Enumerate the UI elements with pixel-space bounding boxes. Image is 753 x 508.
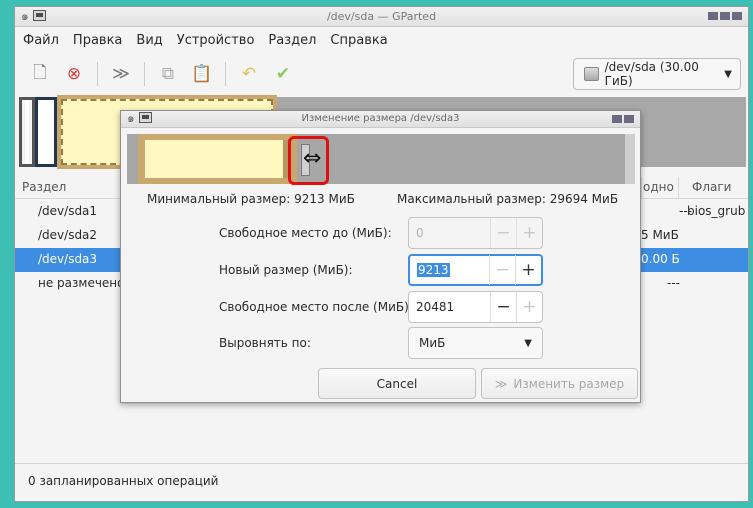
new-size-label: Новый размер (МиБ): bbox=[219, 263, 353, 277]
menu-view[interactable]: Вид bbox=[136, 33, 162, 48]
decrement-icon[interactable]: − bbox=[490, 218, 516, 248]
dialog-close-button[interactable] bbox=[624, 115, 634, 123]
dialog-titlebar: ๑ Изменение размера /dev/sda3 bbox=[121, 111, 640, 128]
partition-flags: bios_grub bbox=[687, 204, 746, 218]
resize-move-icon: ≫ bbox=[494, 376, 508, 391]
menu-help[interactable]: Справка bbox=[330, 33, 387, 48]
copy-icon[interactable]: ⧉ bbox=[151, 59, 185, 89]
align-select[interactable]: МиБ ▼ bbox=[408, 327, 543, 359]
partition-name: /dev/sda1 bbox=[38, 204, 98, 218]
close-button[interactable] bbox=[732, 12, 742, 20]
main-window-title: /dev/sda — GParted bbox=[326, 10, 437, 23]
main-titlebar: ๑ /dev/sda — GParted bbox=[15, 7, 748, 27]
resize-graphic[interactable]: ⇔ bbox=[127, 134, 635, 184]
increment-icon[interactable]: + bbox=[516, 292, 542, 322]
free-before-label: Свободное место до (МиБ): bbox=[219, 226, 392, 240]
increment-icon[interactable]: + bbox=[516, 218, 542, 248]
menu-file[interactable]: Файл bbox=[23, 33, 59, 48]
min-size-label: Минимальный размер: 9213 МиБ bbox=[147, 192, 355, 206]
free-after-label: Свободное место после (МиБ): bbox=[219, 300, 413, 314]
free-before-spinner[interactable]: 0 − + bbox=[408, 217, 543, 249]
increment-icon[interactable]: + bbox=[515, 255, 541, 285]
menubar: Файл Правка Вид Устройство Раздел Справк… bbox=[15, 29, 388, 51]
cancel-label: Cancel bbox=[376, 376, 418, 391]
partition-name: /dev/sda3 bbox=[38, 252, 98, 266]
new-partition-icon[interactable]: 🗋 bbox=[23, 59, 57, 89]
minimize-button[interactable] bbox=[708, 12, 718, 20]
free-after-spinner[interactable]: 20481 − + bbox=[408, 291, 543, 323]
new-size-spinner[interactable]: 9213 − + bbox=[408, 254, 543, 286]
maximize-button[interactable] bbox=[720, 12, 730, 20]
undo-icon[interactable]: ↶ bbox=[232, 59, 266, 89]
apply-icon[interactable]: ✔ bbox=[266, 59, 300, 89]
partition-free: 0.00 Б bbox=[641, 252, 680, 266]
resize-dialog: ๑ Изменение размера /dev/sda3 ⇔ Минималь… bbox=[120, 110, 641, 403]
highlight-box bbox=[288, 136, 329, 185]
column-flags[interactable]: Флаги bbox=[692, 180, 731, 194]
delete-icon[interactable]: ⊗ bbox=[57, 59, 91, 89]
dialog-title: Изменение размера /dev/sda3 bbox=[301, 113, 460, 124]
align-label: Выровнять по: bbox=[219, 336, 311, 350]
resize-move-icon[interactable]: ≫ bbox=[104, 59, 138, 89]
cancel-button[interactable]: Cancel bbox=[318, 368, 476, 399]
free-before-value: 0 bbox=[416, 226, 424, 240]
partition-name: не размечено bbox=[38, 276, 125, 290]
disk-segment-sda1[interactable] bbox=[19, 97, 35, 167]
partition-free: --- bbox=[667, 276, 680, 290]
menu-device[interactable]: Устройство bbox=[177, 33, 255, 48]
resize-label: Изменить размер bbox=[513, 376, 625, 391]
status-bar: 0 запланированных операций bbox=[15, 463, 748, 501]
chevron-down-icon: ▼ bbox=[524, 337, 532, 349]
dialog-maximize-button[interactable] bbox=[612, 115, 622, 123]
device-selector-label: /dev/sda (30.00 ГиБ) bbox=[604, 60, 699, 88]
partition-name: /dev/sda2 bbox=[38, 228, 98, 242]
chevron-down-icon: ▼ bbox=[724, 68, 732, 80]
decrement-icon[interactable]: − bbox=[489, 255, 515, 285]
column-free[interactable]: одно bbox=[643, 180, 674, 194]
paste-icon[interactable]: 📋 bbox=[185, 59, 219, 89]
free-after-value[interactable]: 20481 bbox=[409, 300, 490, 314]
disk-segment-sda2[interactable] bbox=[35, 97, 57, 167]
max-size-label: Максимальный размер: 29694 МиБ bbox=[397, 192, 619, 206]
menu-partition[interactable]: Раздел bbox=[268, 33, 316, 48]
column-partition[interactable]: Раздел bbox=[22, 180, 66, 194]
resize-button[interactable]: ≫ Изменить размер bbox=[481, 368, 638, 399]
device-selector[interactable]: /dev/sda (30.00 ГиБ) ▼ bbox=[573, 58, 741, 90]
toolbar: 🗋 ⊗ ≫ ⧉ 📋 ↶ ✔ /dev/sda (30.00 ГиБ) ▼ bbox=[15, 53, 748, 95]
menu-edit[interactable]: Правка bbox=[73, 33, 122, 48]
status-text: 0 запланированных операций bbox=[28, 474, 219, 488]
align-value: МиБ bbox=[419, 336, 446, 350]
decrement-icon[interactable]: − bbox=[490, 292, 516, 322]
partition-free: 5 МиБ bbox=[641, 228, 679, 242]
new-size-value[interactable]: 9213 bbox=[417, 263, 450, 277]
partition-block[interactable] bbox=[138, 134, 297, 184]
disk-icon bbox=[584, 67, 599, 81]
